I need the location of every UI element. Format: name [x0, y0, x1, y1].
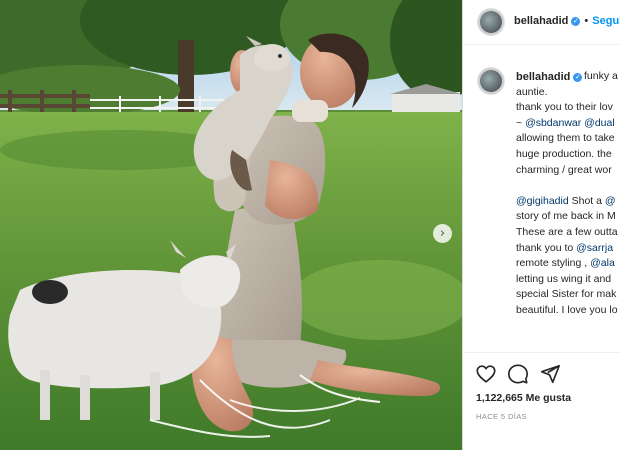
mention-link[interactable]: @gigihadid	[516, 195, 569, 207]
caption-fragment: huge production. the	[516, 147, 612, 160]
caption-line	[516, 178, 620, 194]
caption-text: funky a auntie. thank you to their lov ~ @s…	[516, 69, 620, 319]
caption-line: remote styling , @ala	[516, 256, 620, 272]
caption-fragment: thank you to their lov	[516, 101, 613, 114]
caption-fragment: beautiful. I love you lo	[516, 303, 618, 316]
post-header: bellahadid ✓ • Seguir	[463, 0, 620, 45]
caption-fragment: thank you to	[516, 241, 577, 254]
post-photo[interactable]: ›	[0, 0, 462, 450]
caption-line: ~ @sbdanwar @dual	[516, 116, 620, 132]
mention-link[interactable]: @dual	[584, 117, 615, 129]
action-bar: 1,122,665 Me gusta HACE 5 DÍAS	[463, 352, 620, 421]
caption-line: special Sister for mak	[516, 287, 620, 303]
caption-line: story of me back in M	[516, 209, 620, 225]
likes-count[interactable]: 1,122,665 Me gusta	[476, 392, 571, 404]
caption-line: auntie.	[516, 85, 620, 101]
comment-bubble-icon[interactable]	[507, 363, 529, 385]
chevron-right-icon: ›	[439, 225, 446, 241]
caption-line: charming / great wor	[516, 163, 620, 179]
caption-fragment: allowing them to take	[516, 132, 615, 145]
caption-fragment: These are a few outta	[516, 225, 618, 238]
caption-line: funky a	[516, 69, 620, 85]
caption-line: allowing them to take	[516, 131, 620, 147]
caption-line: @gigihadid Shot a @	[516, 194, 620, 210]
caption-line: huge production. the	[516, 147, 620, 163]
username-link[interactable]: bellahadid	[514, 15, 568, 27]
paper-plane-icon[interactable]	[539, 363, 561, 385]
post-date: HACE 5 DÍAS	[476, 412, 528, 421]
follow-button[interactable]: Seguir	[592, 15, 620, 27]
verified-badge-icon: ✓	[571, 16, 581, 26]
caption-line: beautiful. I love you lo	[516, 303, 620, 319]
mention-link[interactable]: @sbdanwar	[525, 117, 581, 129]
photo-illustration	[0, 0, 462, 450]
caption-fragment: story of me back in M	[516, 210, 616, 223]
caption-fragment: Shot a	[568, 194, 605, 207]
mention-link[interactable]: @ala	[590, 257, 615, 269]
caption-line: thank you to @sarrja	[516, 241, 620, 257]
caption-fragment: ~	[516, 116, 526, 129]
caption-fragment: funky a	[584, 70, 618, 82]
mention-link[interactable]: @sarrja	[576, 242, 613, 254]
header-user-row: bellahadid ✓ • Seguir	[514, 15, 620, 27]
heart-icon[interactable]	[475, 363, 497, 385]
caption-line: thank you to their lov	[516, 100, 620, 116]
caption-fragment: letting us wing it and	[516, 272, 612, 285]
caption-avatar[interactable]	[477, 67, 505, 95]
caption-line: These are a few outta	[516, 225, 620, 241]
separator-dot: •	[584, 15, 589, 27]
caption-fragment: special Sister for mak	[516, 288, 617, 301]
post-detail-panel: bellahadid ✓ • Seguir bellahadid ✓ funky…	[462, 0, 620, 450]
next-photo-button[interactable]: ›	[433, 224, 452, 243]
avatar[interactable]	[477, 8, 505, 36]
comments-section: bellahadid ✓ funky a auntie. thank you to …	[463, 45, 620, 350]
caption-line: letting us wing it and	[516, 272, 620, 288]
caption-fragment: charming / great wor	[516, 163, 612, 176]
caption-fragment: remote styling ,	[516, 257, 591, 270]
mention-link[interactable]: @	[605, 195, 616, 207]
caption-fragment: auntie.	[516, 85, 548, 98]
